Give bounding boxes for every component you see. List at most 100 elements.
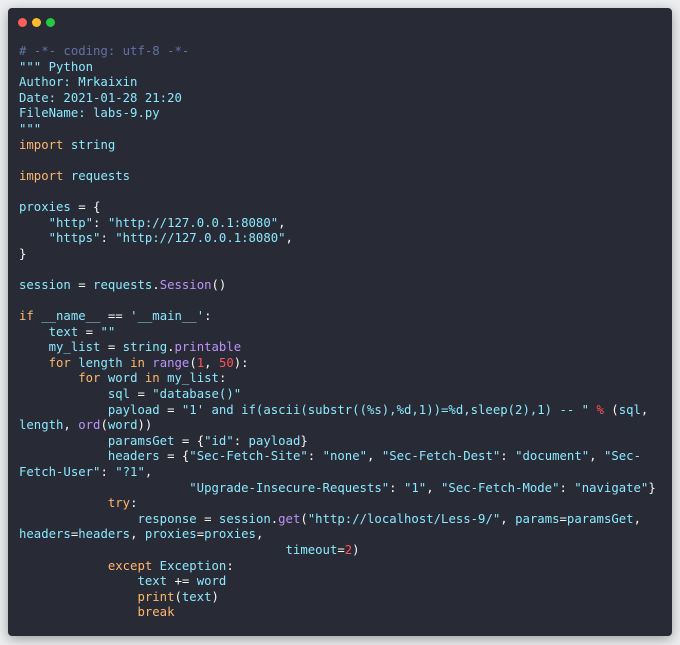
code-token: text bbox=[48, 324, 79, 339]
code-token: text bbox=[181, 589, 212, 604]
code-line: text += word bbox=[19, 574, 662, 590]
zoom-dot-icon[interactable] bbox=[46, 18, 55, 27]
code-token: , bbox=[500, 511, 516, 526]
code-line: if __name__ == '__main__': bbox=[19, 309, 662, 325]
code-line: response = session.get("http://localhost… bbox=[19, 512, 662, 528]
code-token: "none" bbox=[322, 449, 367, 464]
code-token: """ bbox=[19, 121, 42, 136]
minimize-dot-icon[interactable] bbox=[32, 18, 41, 27]
code-token: = bbox=[100, 340, 123, 355]
code-token: : bbox=[204, 309, 212, 324]
code-token: get bbox=[278, 511, 301, 526]
code-line: text = "" bbox=[19, 325, 662, 341]
close-dot-icon[interactable] bbox=[18, 18, 27, 27]
code-token: "navigate" bbox=[574, 480, 649, 495]
code-token: , bbox=[255, 527, 264, 542]
code-token: for bbox=[48, 355, 71, 370]
code-token: == bbox=[100, 309, 131, 324]
code-token: "?1" bbox=[115, 465, 145, 480]
code-token: = bbox=[70, 277, 94, 292]
code-line: # -*- coding: utf-8 -*- bbox=[19, 44, 662, 60]
code-line: Fetch-User": "?1", bbox=[19, 465, 662, 481]
code-line: timeout=2) bbox=[19, 543, 662, 559]
code-token: = bbox=[196, 527, 205, 542]
code-line: for length in range(1, 50): bbox=[19, 356, 662, 372]
code-token: in bbox=[130, 355, 145, 370]
code-token: )) bbox=[137, 418, 153, 433]
code-line: Author: Mrkaixin bbox=[19, 75, 662, 91]
code-token: headers bbox=[19, 527, 71, 542]
code-line: proxies = { bbox=[19, 200, 662, 216]
code-token: if bbox=[19, 309, 34, 324]
code-token: ( bbox=[603, 402, 619, 417]
code-token: "id" bbox=[204, 433, 234, 448]
code-token: "http://127.0.0.1:8080" bbox=[107, 215, 279, 230]
code-token: """ Python bbox=[19, 59, 94, 74]
code-token: paramsGet bbox=[107, 433, 175, 448]
code-line: try: bbox=[19, 496, 662, 512]
code-line: headers = {"Sec-Fetch-Site": "none", "Se… bbox=[19, 449, 662, 465]
code-token: # -*- coding: utf-8 -*- bbox=[19, 44, 190, 58]
code-token: = bbox=[559, 511, 567, 526]
code-token: "1" bbox=[403, 480, 427, 495]
code-token: headers bbox=[107, 449, 160, 464]
code-token: : bbox=[100, 231, 116, 246]
code-token: "Sec-Fetch-Dest" bbox=[381, 449, 501, 464]
code-line: "Upgrade-Insecure-Requests": "1", "Sec-F… bbox=[19, 481, 662, 497]
code-token: ): bbox=[233, 355, 249, 370]
code-line: my_list = string.printable bbox=[19, 340, 662, 356]
code-token: proxies bbox=[204, 527, 256, 542]
code-token: session bbox=[19, 277, 71, 292]
code-line: "http": "http://127.0.0.1:8080", bbox=[19, 216, 662, 232]
code-line: paramsGet = {"id": payload} bbox=[19, 434, 662, 450]
code-token: ( bbox=[100, 418, 108, 433]
code-token: , bbox=[144, 465, 153, 480]
code-token: Date: 2021-01-28 21:20 bbox=[19, 90, 182, 105]
code-token: length bbox=[78, 355, 123, 370]
code-token: sql bbox=[618, 402, 641, 417]
code-token: "1' and if(ascii(substr((%s),%d,1))=%d,s… bbox=[181, 402, 590, 417]
code-token: "http://127.0.0.1:8080" bbox=[115, 231, 286, 246]
code-token: : bbox=[100, 465, 116, 480]
code-token: range bbox=[152, 355, 190, 370]
code-token: : bbox=[226, 558, 234, 573]
code-token: "database()" bbox=[152, 387, 242, 402]
code-token: payload bbox=[107, 402, 160, 417]
code-token: = { bbox=[174, 433, 205, 448]
code-token: ) bbox=[211, 589, 219, 604]
code-token: "http://localhost/Less-9/" bbox=[307, 511, 501, 526]
code-token: , bbox=[285, 231, 293, 246]
code-token: , bbox=[130, 527, 145, 542]
code-line: } bbox=[19, 247, 662, 263]
code-token: "Sec-Fetch-Mode" bbox=[441, 480, 560, 495]
code-token: , bbox=[633, 511, 641, 526]
code-line: import requests bbox=[19, 169, 662, 185]
code-token: proxies bbox=[144, 527, 197, 542]
code-line: """ bbox=[19, 122, 662, 138]
code-line: Date: 2021-01-28 21:20 bbox=[19, 91, 662, 107]
code-token: word bbox=[107, 371, 138, 386]
code-token: proxies bbox=[19, 199, 71, 214]
code-token: __name__ bbox=[41, 309, 101, 324]
code-token: , bbox=[63, 418, 79, 433]
code-token: params bbox=[515, 511, 560, 526]
code-token: payload bbox=[248, 433, 301, 448]
code-token: , bbox=[204, 355, 219, 370]
code-token: , bbox=[278, 215, 286, 230]
